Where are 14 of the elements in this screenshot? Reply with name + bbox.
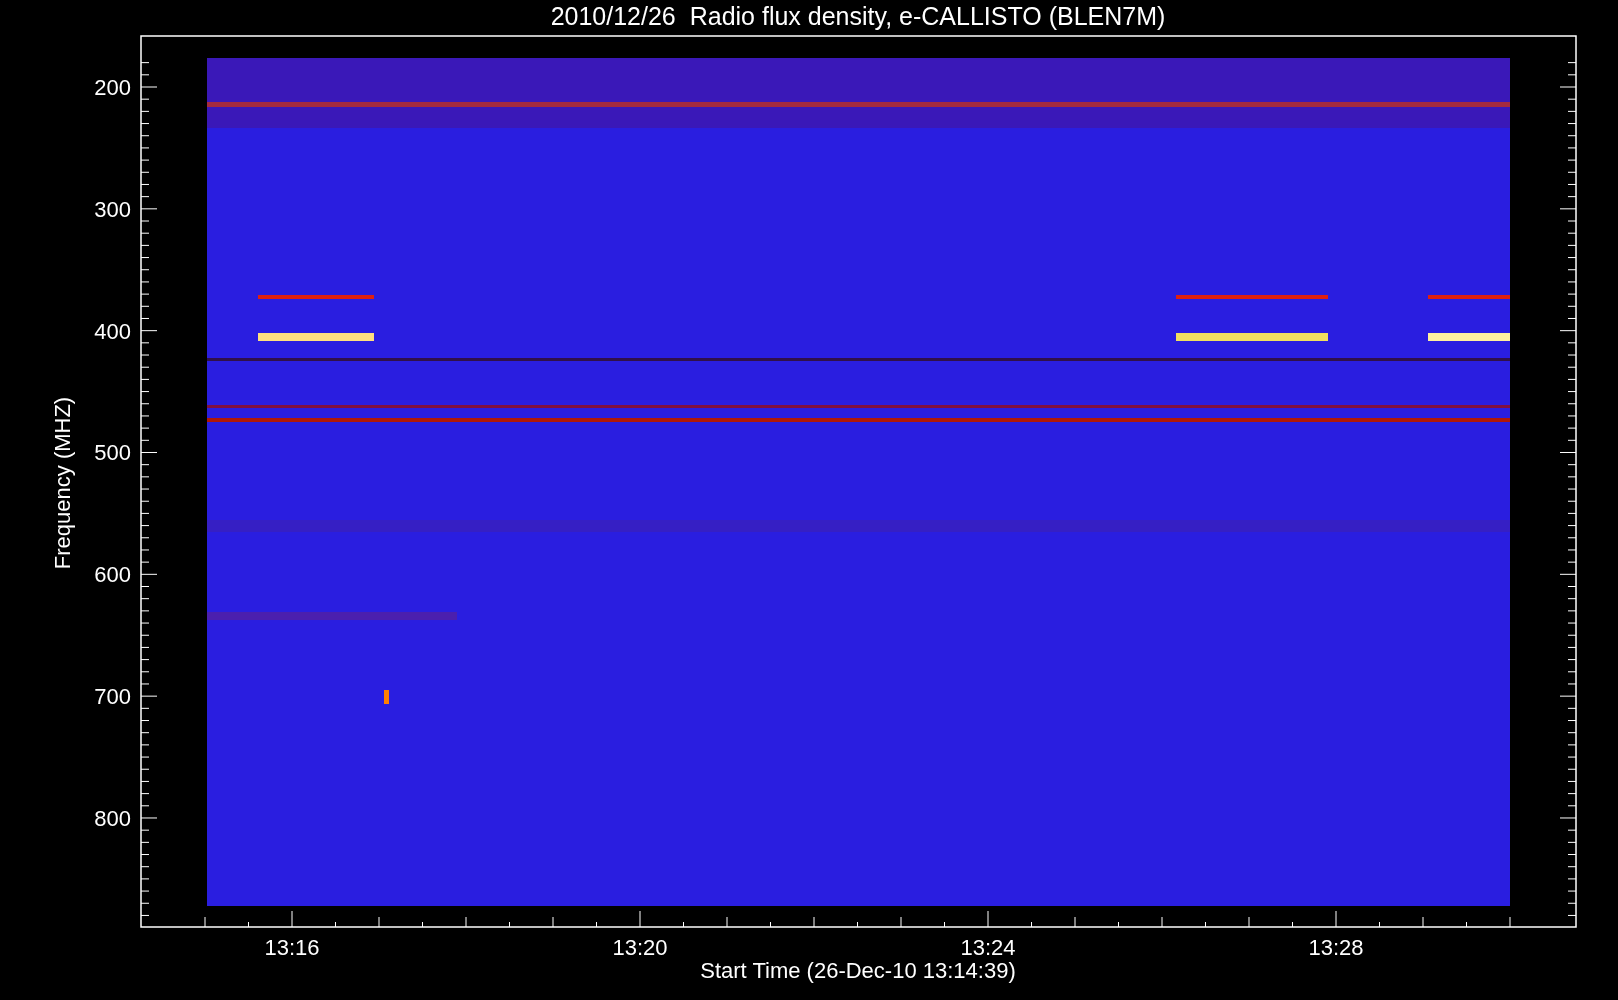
x-tick-label: 13:28 (1308, 935, 1364, 960)
y-tick-label: 800 (94, 806, 131, 831)
y-tick-label: 600 (94, 562, 131, 588)
x-tick-label: 13:20 (612, 935, 668, 960)
y-tick-label: 700 (94, 684, 131, 710)
x-axis-title: Start Time (26-Dec-10 13:14:39) (700, 958, 1016, 983)
x-tick-label: 13:24 (960, 935, 1016, 960)
y-axis-title: Frequency (MHZ) (50, 396, 75, 570)
y-tick-label: 200 (94, 75, 131, 100)
y-tick-label: 400 (94, 318, 131, 344)
y-tick-label: 300 (94, 196, 131, 222)
y-tick-label: 500 (94, 440, 131, 466)
chart-title: 2010/12/26 Radio flux density, e-CALLISTO (BLEN7M) (550, 2, 1166, 30)
x-tick-label: 13:16 (264, 935, 320, 960)
